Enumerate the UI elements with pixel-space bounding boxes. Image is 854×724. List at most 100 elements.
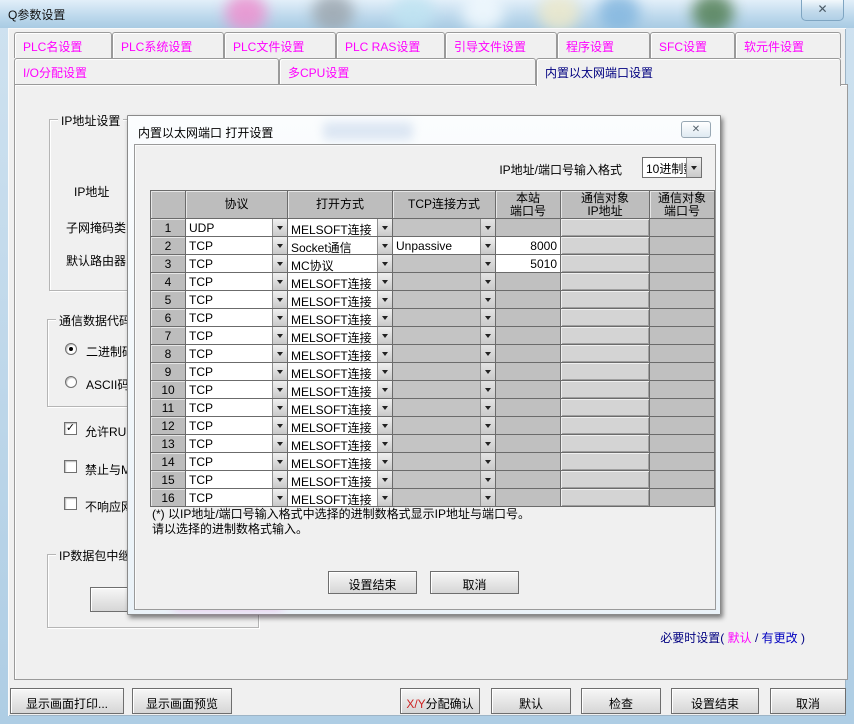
- dest-ip-cell: [561, 219, 650, 237]
- tab-plc-ras[interactable]: PLC RAS设置: [336, 32, 445, 58]
- display-preview-button[interactable]: 显示画面预览: [132, 688, 232, 714]
- cancel-button[interactable]: 取消: [770, 688, 846, 714]
- chevron-down-icon: [272, 489, 287, 506]
- tcp-connection-combobox: [393, 363, 495, 380]
- tab-plc-system[interactable]: PLC系统设置: [112, 32, 224, 58]
- tcp-connection-combobox: [393, 417, 495, 434]
- open-system-combobox[interactable]: MELSOFT连接: [288, 399, 392, 416]
- row-number: 10: [151, 381, 186, 399]
- protocol-combobox[interactable]: TCP: [186, 291, 287, 308]
- open-system-combobox[interactable]: MELSOFT连接: [288, 363, 392, 380]
- tab-plc-name[interactable]: PLC名设置: [14, 32, 112, 58]
- window-close-button[interactable]: ✕: [801, 0, 844, 21]
- changed-link[interactable]: 有更改: [762, 631, 798, 645]
- chevron-down-icon: [377, 255, 392, 272]
- chevron-down-icon: [377, 237, 392, 254]
- open-system-combobox[interactable]: MELSOFT连接: [288, 471, 392, 488]
- dest-ip-cell: [561, 291, 650, 309]
- binary-radio[interactable]: [65, 343, 77, 355]
- chevron-down-icon: [377, 417, 392, 434]
- protocol-combobox[interactable]: TCP: [186, 489, 287, 506]
- tcp-connection-combobox: [393, 489, 495, 506]
- protocol-combobox[interactable]: TCP: [186, 237, 287, 254]
- protocol-combobox[interactable]: TCP: [186, 363, 287, 380]
- chevron-down-icon: [377, 471, 392, 488]
- host-port-cell[interactable]: 8000: [496, 237, 561, 255]
- protocol-combobox[interactable]: TCP: [186, 309, 287, 326]
- close-icon: ✕: [817, 2, 827, 16]
- dest-ip-cell: [561, 381, 650, 399]
- chevron-down-icon: [377, 309, 392, 326]
- group-title: IP地址设置: [58, 112, 123, 129]
- host-port-cell: [496, 381, 561, 399]
- tab-builtin-ethernet[interactable]: 内置以太网端口设置: [536, 58, 841, 86]
- open-system-combobox[interactable]: MC协议: [288, 255, 392, 272]
- tab-program[interactable]: 程序设置: [557, 32, 650, 58]
- open-system-combobox[interactable]: MELSOFT连接: [288, 291, 392, 308]
- tab-plc-file[interactable]: PLC文件设置: [224, 32, 336, 58]
- row-number: 4: [151, 273, 186, 291]
- dialog-cancel-button[interactable]: 取消: [430, 571, 519, 594]
- tab-multi-cpu[interactable]: 多CPU设置: [279, 58, 536, 84]
- tab-sfc[interactable]: SFC设置: [650, 32, 735, 58]
- open-system-combobox[interactable]: MELSOFT连接: [288, 345, 392, 362]
- q-parameter-window: Q参数设置 ✕ PLC名设置 PLC系统设置 PLC文件设置 PLC RAS设置…: [0, 0, 854, 724]
- chevron-down-icon: [480, 219, 495, 236]
- open-settings-dialog: 内置以太网端口 打开设置 ✕ IP地址/端口号输入格式 10进制数 协议 打开方…: [127, 115, 721, 615]
- protocol-combobox[interactable]: TCP: [186, 255, 287, 272]
- no-response-checkbox[interactable]: [64, 497, 77, 510]
- open-system-combobox[interactable]: MELSOFT连接: [288, 327, 392, 344]
- open-system-combobox[interactable]: MELSOFT连接: [288, 417, 392, 434]
- protocol-combobox[interactable]: TCP: [186, 399, 287, 416]
- dest-ip-cell: [561, 273, 650, 291]
- row-number: 15: [151, 471, 186, 489]
- check-button[interactable]: 检查: [581, 688, 661, 714]
- xy-assignment-confirm-button[interactable]: X/Y分配确认: [400, 688, 480, 714]
- setting-end-button[interactable]: 设置结束: [671, 688, 759, 714]
- dialog-ok-button[interactable]: 设置结束: [328, 571, 417, 594]
- glass-blob: [392, 0, 434, 28]
- open-system-combobox[interactable]: MELSOFT连接: [288, 273, 392, 290]
- tab-boot-file[interactable]: 引导文件设置: [445, 32, 557, 58]
- disable-melsoft-checkbox[interactable]: [64, 460, 77, 473]
- protocol-combobox[interactable]: TCP: [186, 327, 287, 344]
- format-combobox[interactable]: 10进制数: [642, 157, 702, 178]
- tab-io-assignment[interactable]: I/O分配设置: [14, 58, 279, 84]
- chevron-down-icon: [480, 399, 495, 416]
- protocol-combobox[interactable]: TCP: [186, 471, 287, 488]
- protocol-combobox[interactable]: TCP: [186, 345, 287, 362]
- dest-port-cell: [650, 399, 715, 417]
- protocol-combobox[interactable]: TCP: [186, 435, 287, 452]
- row-number: 3: [151, 255, 186, 273]
- chevron-down-icon: [377, 399, 392, 416]
- host-port-cell: [496, 435, 561, 453]
- open-system-combobox[interactable]: MELSOFT连接: [288, 435, 392, 452]
- allow-run-write-checkbox[interactable]: ✓: [64, 422, 77, 435]
- open-system-combobox[interactable]: MELSOFT连接: [288, 219, 392, 236]
- display-print-button[interactable]: 显示画面打印...: [10, 688, 124, 714]
- chevron-down-icon: [686, 158, 701, 177]
- tcp-connection-combobox: [393, 255, 495, 272]
- table-row: 9 TCP MELSOFT连接: [151, 363, 715, 381]
- open-system-combobox[interactable]: MELSOFT连接: [288, 309, 392, 326]
- open-system-combobox[interactable]: MELSOFT连接: [288, 489, 392, 506]
- protocol-combobox[interactable]: TCP: [186, 273, 287, 290]
- ascii-radio[interactable]: [65, 376, 77, 388]
- protocol-combobox[interactable]: TCP: [186, 417, 287, 434]
- host-port-cell: [496, 309, 561, 327]
- default-button[interactable]: 默认: [491, 688, 571, 714]
- default-link[interactable]: 默认: [728, 631, 752, 645]
- protocol-combobox[interactable]: UDP: [186, 219, 287, 236]
- dialog-close-button[interactable]: ✕: [681, 121, 711, 138]
- open-system-combobox[interactable]: MELSOFT连接: [288, 381, 392, 398]
- tab-device[interactable]: 软元件设置: [735, 32, 841, 58]
- dest-port-cell: [650, 363, 715, 381]
- dest-port-cell: [650, 273, 715, 291]
- host-port-cell[interactable]: 5010: [496, 255, 561, 273]
- tcp-connection-combobox[interactable]: Unpassive: [393, 237, 495, 254]
- open-system-combobox[interactable]: MELSOFT连接: [288, 453, 392, 470]
- open-system-combobox[interactable]: Socket通信: [288, 237, 392, 254]
- protocol-combobox[interactable]: TCP: [186, 381, 287, 398]
- protocol-combobox[interactable]: TCP: [186, 453, 287, 470]
- chevron-down-icon: [377, 363, 392, 380]
